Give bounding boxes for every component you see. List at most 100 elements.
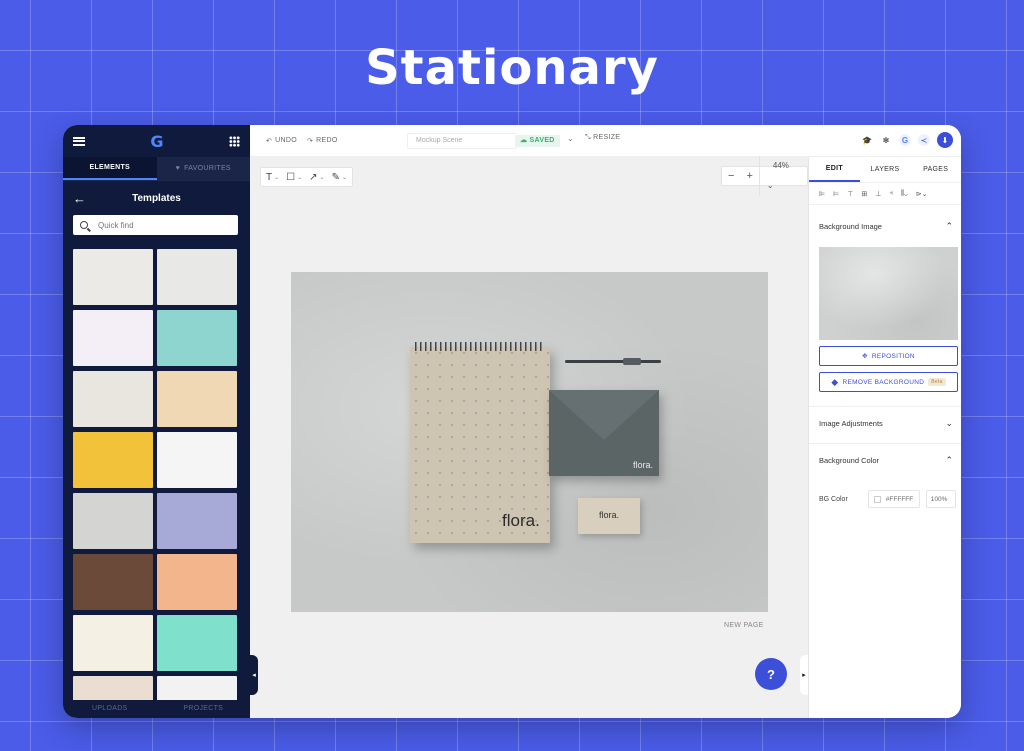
envelope-flap bbox=[549, 390, 659, 440]
chevron-down-icon: ⌄ bbox=[274, 174, 280, 181]
zoom-in-button[interactable]: + bbox=[740, 170, 758, 182]
drawing-tools: T ⌄ ☐ ⌄ ↗ ⌄ ✎ ⌄ bbox=[260, 167, 353, 187]
left-panel-tabs: ELEMENTS ♥ FAVOURITES bbox=[63, 157, 250, 181]
zoom-value: 44% bbox=[772, 161, 789, 170]
template-thumbnail[interactable] bbox=[157, 310, 237, 366]
zoom-level[interactable]: 44% ⌄ bbox=[758, 156, 807, 196]
layers-icon: ◆ bbox=[831, 376, 839, 387]
remove-background-button[interactable]: ◆ REMOVE BACKGROUND Beta bbox=[819, 372, 958, 392]
background-image-section-header[interactable]: Background Image ⌃ bbox=[809, 211, 961, 241]
align-center-icon[interactable]: ⊨ bbox=[833, 190, 839, 198]
tab-pages[interactable]: PAGES bbox=[910, 157, 961, 182]
notebook-brand: flora. bbox=[502, 511, 540, 530]
template-thumbnail[interactable] bbox=[73, 554, 153, 610]
reposition-button[interactable]: ✥ REPOSITION bbox=[819, 346, 958, 366]
projects-tab[interactable]: PROJECTS bbox=[157, 700, 251, 718]
search-icon bbox=[80, 221, 88, 229]
download-icon[interactable]: ⬇ bbox=[937, 132, 953, 148]
left-panel: G ELEMENTS ♥ FAVOURITES ← Templates UPLO… bbox=[63, 125, 250, 718]
right-panel: EDIT LAYERS PAGES ⊫ ⊨ ⊤ ⊞ ⊥ ⫞ ⫼⌄ ⊳⌄ Back… bbox=[808, 157, 961, 718]
envelope-brand: flora. bbox=[633, 460, 654, 470]
g-icon[interactable]: G bbox=[899, 134, 911, 146]
template-thumbnail[interactable] bbox=[73, 615, 153, 671]
shape-tool[interactable]: ☐ ⌄ bbox=[286, 172, 302, 183]
alignment-tools: ⊫ ⊨ ⊤ ⊞ ⊥ ⫞ ⫼⌄ ⊳⌄ bbox=[809, 183, 961, 205]
bg-opacity-input[interactable]: 100% bbox=[925, 490, 956, 508]
templates-header: ← Templates bbox=[63, 181, 250, 215]
template-thumbnail[interactable] bbox=[157, 493, 237, 549]
template-thumbnail[interactable] bbox=[73, 371, 153, 427]
template-thumbnail[interactable] bbox=[157, 371, 237, 427]
beta-badge: Beta bbox=[928, 378, 946, 386]
tab-elements[interactable]: ELEMENTS bbox=[63, 157, 157, 180]
move-icon: ✥ bbox=[862, 353, 868, 360]
cloud-check-icon: ☁ bbox=[520, 137, 530, 144]
resize-icon: ⤡ bbox=[585, 134, 594, 141]
headline: Stationary bbox=[365, 40, 659, 96]
menu-icon[interactable] bbox=[73, 136, 85, 146]
resize-button[interactable]: ⤡ RESIZE bbox=[585, 134, 620, 142]
apps-grid-icon[interactable] bbox=[228, 135, 240, 147]
logo[interactable]: G bbox=[150, 132, 163, 151]
align-middle-icon[interactable]: ⊞ bbox=[861, 190, 867, 198]
redo-button[interactable]: ↷ REDO bbox=[307, 137, 338, 145]
tab-favourites[interactable]: ♥ FAVOURITES bbox=[156, 157, 250, 180]
template-thumbnail[interactable] bbox=[73, 493, 153, 549]
color-swatch[interactable] bbox=[873, 495, 881, 503]
undo-button[interactable]: ↶ UNDO bbox=[266, 137, 297, 145]
share-icon[interactable]: ≺ bbox=[918, 134, 930, 146]
tab-layers[interactable]: LAYERS bbox=[860, 157, 911, 182]
template-thumbnail[interactable] bbox=[157, 554, 237, 610]
align-right-icon[interactable]: ⫞ bbox=[889, 190, 893, 198]
chevron-up-icon: ⌃ bbox=[945, 220, 953, 231]
back-arrow-icon[interactable]: ← bbox=[73, 191, 86, 206]
template-thumbnail[interactable] bbox=[157, 432, 237, 488]
graduation-cap-icon[interactable]: 🎓 bbox=[861, 134, 873, 146]
distribute-icon[interactable]: ⫼⌄ bbox=[901, 190, 908, 198]
top-right-actions: 🎓 ✻ G ≺ ⬇ bbox=[861, 132, 953, 148]
template-grid bbox=[73, 249, 238, 718]
zoom-control: − + 44% ⌄ bbox=[721, 156, 808, 196]
resize-label: RESIZE bbox=[593, 134, 621, 141]
bug-icon[interactable]: ✻ bbox=[880, 134, 892, 146]
bg-color-input[interactable]: #FFFFFF bbox=[867, 490, 920, 508]
text-tool[interactable]: T ⌄ bbox=[266, 172, 279, 183]
bg-color-label: BG Color bbox=[819, 495, 848, 503]
background-image-preview[interactable] bbox=[819, 247, 958, 340]
background-image-title: Background Image bbox=[819, 221, 882, 231]
bg-color-value: #FFFFFF bbox=[885, 495, 914, 503]
pen-mockup[interactable] bbox=[565, 358, 661, 365]
template-thumbnail[interactable] bbox=[73, 432, 153, 488]
new-page-button[interactable]: NEW PAGE bbox=[724, 622, 764, 629]
chevron-up-icon: ⌃ bbox=[945, 454, 953, 465]
help-button[interactable]: ? bbox=[755, 658, 787, 690]
saved-status-badge: ☁ SAVED bbox=[515, 135, 560, 147]
align-top-icon[interactable]: ⊤ bbox=[847, 190, 853, 198]
template-thumbnail[interactable] bbox=[73, 249, 153, 305]
background-color-section-header[interactable]: Background Color ⌃ bbox=[809, 444, 961, 476]
align-left-icon[interactable]: ⊫ bbox=[819, 190, 825, 198]
remove-background-label: REMOVE BACKGROUND bbox=[842, 378, 925, 386]
align-bottom-icon[interactable]: ⊥ bbox=[875, 190, 881, 198]
pen-tool[interactable]: ✎ ⌄ bbox=[332, 172, 347, 183]
undo-label: UNDO bbox=[275, 137, 297, 144]
tab-edit[interactable]: EDIT bbox=[809, 157, 860, 182]
uploads-tab[interactable]: UPLOADS bbox=[63, 700, 157, 718]
search-input[interactable] bbox=[98, 220, 218, 230]
zoom-out-button[interactable]: − bbox=[722, 170, 740, 182]
left-panel-top: G bbox=[63, 125, 250, 157]
arrow-tool[interactable]: ↗ ⌄ bbox=[309, 172, 324, 183]
collapse-left-panel-icon[interactable]: ◂ bbox=[250, 655, 258, 695]
collapse-right-panel-icon[interactable]: ▸ bbox=[800, 655, 808, 695]
saved-label: SAVED bbox=[529, 137, 555, 144]
template-thumbnail[interactable] bbox=[73, 310, 153, 366]
template-thumbnail[interactable] bbox=[157, 249, 237, 305]
template-thumbnail[interactable] bbox=[157, 615, 237, 671]
image-adjustments-section-header[interactable]: Image Adjustments ⌄ bbox=[809, 407, 961, 439]
notebook-spiral bbox=[415, 342, 545, 351]
scene-name-input[interactable]: Mockup Scene bbox=[407, 133, 517, 149]
artboard[interactable]: flora. flora. flora. bbox=[291, 272, 768, 612]
chevron-down-icon[interactable]: ⌄ bbox=[567, 134, 574, 143]
editor-window: G ELEMENTS ♥ FAVOURITES ← Templates UPLO… bbox=[63, 125, 961, 718]
arrange-icon[interactable]: ⊳⌄ bbox=[916, 190, 928, 198]
